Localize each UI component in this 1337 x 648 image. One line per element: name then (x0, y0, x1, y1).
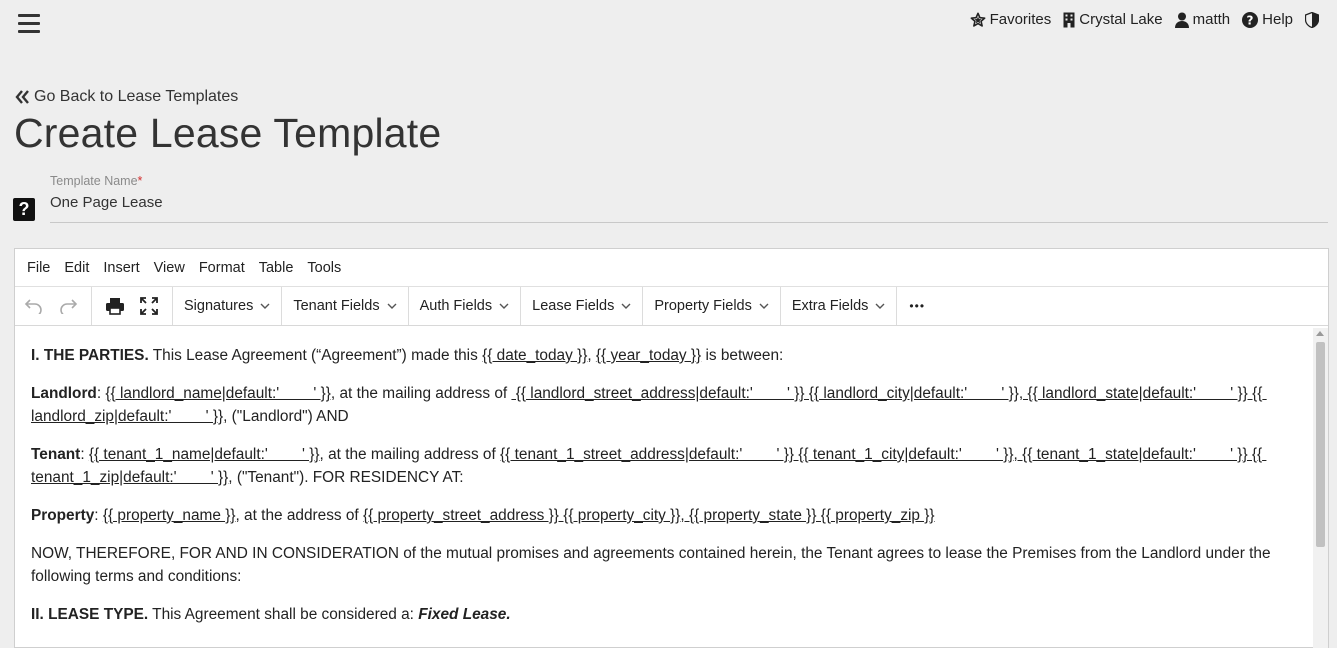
user-icon (1174, 12, 1189, 28)
print-icon[interactable] (98, 287, 132, 325)
template-name-field: Template Name* (50, 173, 1328, 223)
rich-text-editor: File Edit Insert View Format Table Tools… (14, 248, 1329, 648)
tenant-fields-dropdown[interactable]: Tenant Fields (282, 287, 409, 325)
paragraph-lease-type: II. LEASE TYPE. This Agreement shall be … (31, 606, 511, 623)
shield-icon (1305, 11, 1319, 28)
double-chevron-left-icon (15, 90, 29, 104)
scroll-thumb[interactable] (1316, 342, 1325, 547)
chevron-down-icon (387, 303, 397, 309)
fullscreen-icon[interactable] (132, 287, 166, 325)
history-group (15, 287, 92, 325)
redo-icon[interactable] (51, 287, 85, 325)
location-label: Crystal Lake (1079, 11, 1163, 28)
paragraph-property: Property: {{ property_name }}, at the ad… (31, 507, 935, 524)
editor-menubar: File Edit Insert View Format Table Tools (15, 249, 1328, 287)
template-name-label: Template Name* (50, 174, 143, 188)
top-bar: Favorites Crystal Lake matth ? Help (0, 0, 1337, 52)
auth-fields-dropdown[interactable]: Auth Fields (409, 287, 522, 325)
menu-tools[interactable]: Tools (300, 260, 348, 276)
menu-table[interactable]: Table (252, 260, 301, 276)
back-to-lease-templates-link[interactable]: Go Back to Lease Templates (15, 88, 238, 106)
paragraph-parties: I. THE PARTIES. This Lease Agreement (“A… (31, 347, 784, 364)
template-variable: {{ year_today }} (595, 347, 702, 364)
chevron-down-icon (759, 303, 769, 309)
chevron-down-icon (499, 303, 509, 309)
chevron-down-icon (875, 303, 885, 309)
help-label: Help (1262, 11, 1293, 28)
template-variable: {{ landlord_name|default:' ' }} (105, 385, 331, 402)
editor-toolbar: Signatures Tenant Fields Auth Fields Lea… (15, 287, 1328, 326)
template-variable: {{ date_today }} (482, 347, 588, 364)
property-fields-dropdown[interactable]: Property Fields (643, 287, 781, 325)
template-variable: {{ property_name }} (102, 507, 236, 524)
svg-text:?: ? (1247, 13, 1254, 27)
top-nav: Favorites Crystal Lake matth ? Help (970, 11, 1319, 28)
template-variable: {{ tenant_1_name|default:' ' }} (88, 446, 320, 463)
print-fullscreen-group (92, 287, 173, 325)
building-icon (1063, 12, 1075, 27)
more-options-icon[interactable]: ••• (897, 287, 937, 325)
menu-insert[interactable]: Insert (96, 260, 146, 276)
location-link[interactable]: Crystal Lake (1063, 11, 1163, 28)
template-variable: {{ property_street_address }} {{ propert… (362, 507, 935, 524)
user-label: matth (1192, 11, 1231, 28)
back-link-label: Go Back to Lease Templates (34, 88, 239, 105)
chevron-down-icon (260, 303, 270, 309)
chevron-down-icon (621, 303, 631, 309)
menu-file[interactable]: File (20, 260, 57, 276)
user-menu[interactable]: matth (1174, 11, 1231, 28)
help-link[interactable]: ? Help (1242, 11, 1293, 28)
paragraph-consideration: NOW, THEREFORE, FOR AND IN CONSIDERATION… (31, 545, 1271, 585)
favorites-link[interactable]: Favorites (970, 11, 1052, 28)
editor-content[interactable]: I. THE PARTIES. This Lease Agreement (“A… (15, 328, 1313, 641)
hamburger-menu-icon[interactable] (18, 14, 40, 34)
question-icon[interactable]: ? (13, 198, 35, 221)
menu-view[interactable]: View (147, 260, 192, 276)
paragraph-landlord: Landlord: {{ landlord_name|default:' ' }… (31, 385, 1267, 425)
menu-format[interactable]: Format (192, 260, 252, 276)
template-name-input[interactable] (50, 194, 1328, 211)
star-icon (970, 12, 986, 27)
editor-scrollbar[interactable] (1313, 328, 1328, 648)
lease-fields-dropdown[interactable]: Lease Fields (521, 287, 644, 325)
scroll-up-arrow-icon[interactable] (1316, 331, 1324, 336)
extra-fields-dropdown[interactable]: Extra Fields (781, 287, 898, 325)
page-title: Create Lease Template (14, 110, 442, 156)
required-mark: * (137, 174, 143, 188)
signatures-dropdown[interactable]: Signatures (173, 287, 283, 325)
favorites-label: Favorites (989, 11, 1052, 28)
paragraph-tenant: Tenant: {{ tenant_1_name|default:' ' }},… (31, 446, 1267, 486)
question-circle-icon: ? (1242, 11, 1259, 28)
security-link[interactable] (1305, 11, 1319, 28)
undo-icon[interactable] (17, 287, 51, 325)
menu-edit[interactable]: Edit (57, 260, 96, 276)
